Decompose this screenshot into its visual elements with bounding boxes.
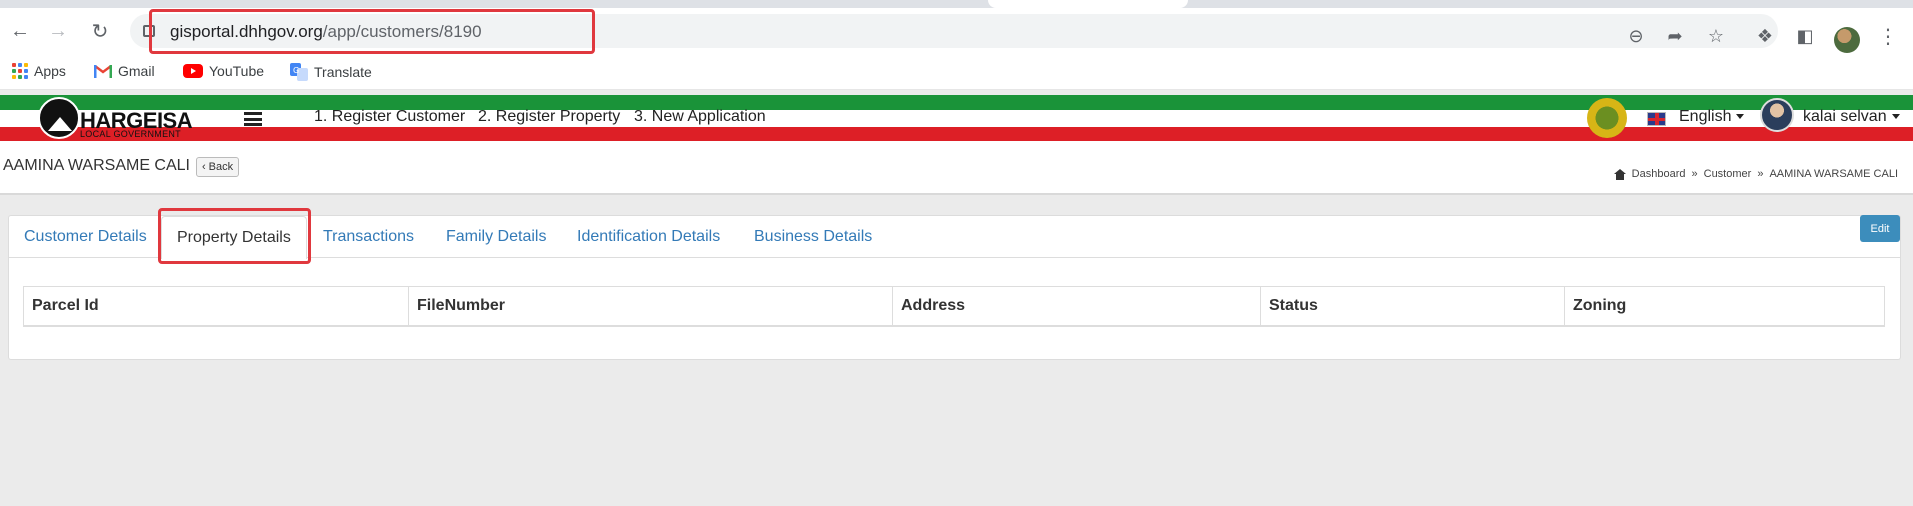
- flag-stripe-green: [0, 95, 1913, 110]
- back-arrow-icon[interactable]: ←: [8, 19, 32, 43]
- column-header-zoning[interactable]: Zoning: [1564, 286, 1885, 327]
- language-label: English: [1679, 108, 1732, 125]
- chevron-left-icon: ‹: [202, 161, 206, 173]
- extensions-icon[interactable]: ❖: [1754, 25, 1776, 47]
- profile-avatar[interactable]: [1834, 27, 1860, 53]
- language-dropdown[interactable]: English: [1679, 108, 1745, 126]
- youtube-icon: [183, 64, 203, 78]
- bookmark-label: Apps: [34, 63, 66, 79]
- zoom-out-icon[interactable]: ⊖: [1625, 25, 1647, 47]
- forward-arrow-icon[interactable]: →: [46, 19, 70, 43]
- translate-icon: G: [290, 63, 308, 81]
- caret-down-icon: [1891, 114, 1900, 120]
- user-avatar[interactable]: [1760, 98, 1794, 132]
- svg-text:G: G: [293, 66, 299, 75]
- breadcrumb-customer[interactable]: Customer: [1704, 168, 1752, 180]
- breadcrumb-dashboard[interactable]: Dashboard: [1632, 168, 1686, 180]
- nav-register-property[interactable]: 2. Register Property: [478, 108, 620, 126]
- caret-down-icon: [1736, 114, 1745, 120]
- browser-menu-icon[interactable]: ⋮: [1878, 24, 1898, 49]
- nav-register-customer[interactable]: 1. Register Customer: [314, 108, 465, 126]
- tab-transactions[interactable]: Transactions: [323, 228, 414, 246]
- back-button[interactable]: ‹ Back: [196, 157, 240, 177]
- edit-button[interactable]: Edit: [1860, 215, 1900, 242]
- bookmark-label: Gmail: [118, 63, 155, 79]
- column-header-file-number[interactable]: FileNumber: [408, 286, 893, 327]
- hargeisa-logo[interactable]: [38, 97, 80, 139]
- column-header-status[interactable]: Status: [1260, 286, 1565, 327]
- user-name: kalai selvan: [1803, 108, 1887, 125]
- breadcrumb-current: AAMINA WARSAME CALI: [1769, 168, 1898, 180]
- tab-customer-details[interactable]: Customer Details: [24, 228, 147, 246]
- page-title: AAMINA WARSAME CALI: [3, 157, 190, 174]
- bookmark-label: Translate: [314, 64, 372, 80]
- tab-family-details[interactable]: Family Details: [446, 228, 546, 246]
- gmail-icon: [94, 65, 112, 78]
- url-highlight-box: [149, 9, 595, 54]
- column-header-parcel-id[interactable]: Parcel Id: [23, 286, 409, 327]
- breadcrumb: Dashboard » Customer » AAMINA WARSAME CA…: [1613, 168, 1898, 180]
- apps-grid-icon: [12, 63, 28, 79]
- bookmarks-bar: Apps Gmail YouTube G Translate: [0, 54, 1913, 90]
- user-menu[interactable]: kalai selvan: [1803, 108, 1900, 126]
- bookmark-apps[interactable]: Apps: [12, 63, 66, 79]
- browser-tab-strip: [0, 0, 1913, 8]
- home-icon[interactable]: [1613, 168, 1626, 180]
- app-header: HARGEISA LOCAL GOVERNMENT 1. Register Cu…: [0, 95, 1913, 141]
- active-browser-tab[interactable]: [988, 0, 1188, 8]
- nav-new-application[interactable]: 3. New Application: [634, 108, 766, 126]
- tab-identification-details[interactable]: Identification Details: [577, 228, 720, 246]
- bookmark-gmail[interactable]: Gmail: [94, 63, 155, 79]
- uk-flag-icon[interactable]: [1647, 112, 1666, 126]
- share-icon[interactable]: ➦: [1664, 25, 1686, 47]
- reload-icon[interactable]: ↻: [88, 19, 112, 43]
- property-table: Parcel Id FileNumber Address Status Zoni…: [23, 286, 1885, 327]
- bookmark-youtube[interactable]: YouTube: [183, 63, 264, 79]
- page-heading-bar: AAMINA WARSAME CALI ‹ Back Dashboard » C…: [0, 141, 1913, 195]
- bookmark-label: YouTube: [209, 63, 265, 79]
- table-header-row: Parcel Id FileNumber Address Status Zoni…: [23, 286, 1885, 327]
- breadcrumb-separator: »: [1757, 168, 1764, 180]
- column-header-address[interactable]: Address: [892, 286, 1261, 327]
- menu-toggle-icon[interactable]: [244, 112, 262, 126]
- flag-stripe-red: [0, 127, 1913, 141]
- government-emblem: [1587, 98, 1627, 138]
- tab-business-details[interactable]: Business Details: [754, 228, 872, 246]
- bookmark-star-icon[interactable]: ☆: [1705, 25, 1727, 47]
- back-button-label: Back: [208, 161, 234, 173]
- side-panel-icon[interactable]: ◧: [1794, 25, 1816, 47]
- brand-subtitle: LOCAL GOVERNMENT: [80, 129, 181, 139]
- bookmark-translate[interactable]: G Translate: [290, 63, 372, 81]
- tab-highlight-box: [158, 208, 311, 264]
- breadcrumb-separator: »: [1691, 168, 1698, 180]
